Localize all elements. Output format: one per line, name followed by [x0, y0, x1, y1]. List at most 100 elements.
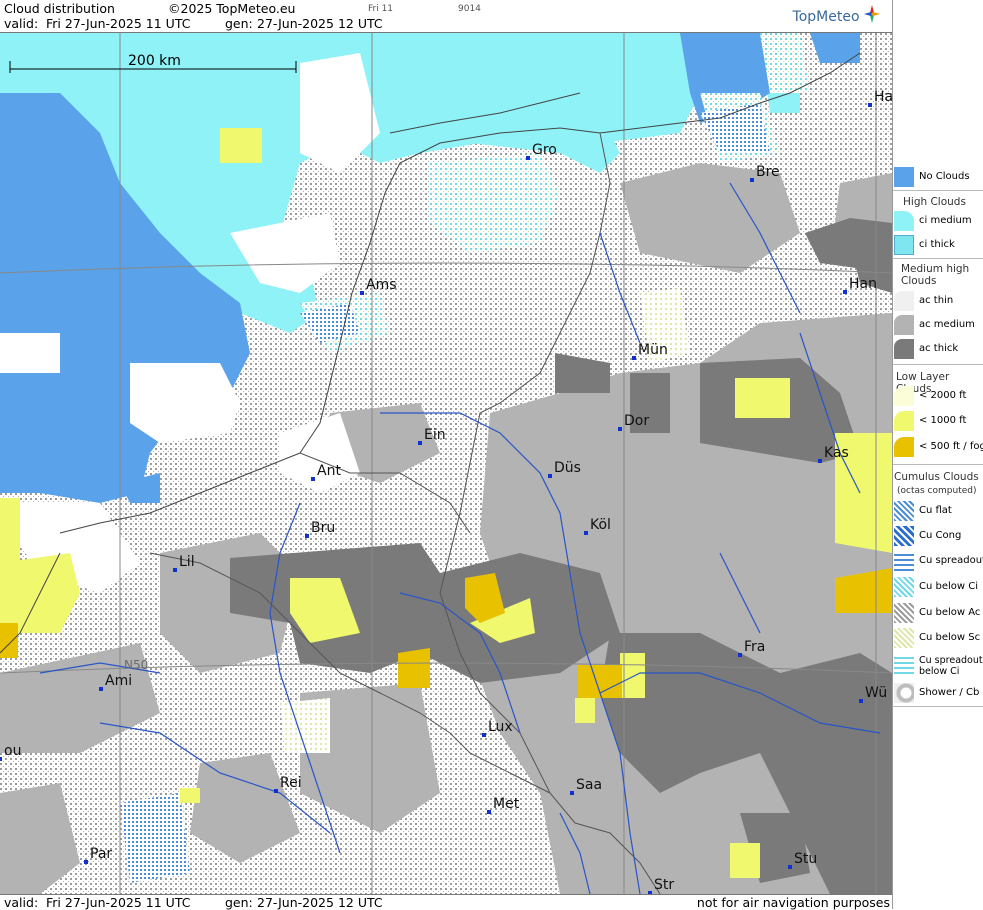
city-label: Mün [638, 342, 668, 358]
city-label: Ant [317, 463, 341, 479]
cloud-map-canvas[interactable]: 200 km N50 Ha Gro Bre Ams Han Mün Dor Ein Kas Ant… [0, 33, 892, 894]
city-dot [548, 474, 552, 478]
city-dot [305, 534, 309, 538]
footer-valid-label: valid: [4, 895, 39, 910]
legend-label: < 1000 ft [919, 415, 967, 426]
logo-text: TopMeteo [792, 9, 860, 25]
legend-label: ac medium [919, 319, 975, 330]
legend-cu-below-sc: Cu below Sc [893, 627, 983, 649]
city-label: Han [849, 276, 877, 292]
legend-label: < 500 ft / fog [919, 441, 983, 452]
city-label: Rei [280, 775, 302, 791]
legend-shower: Shower / Cb [893, 682, 983, 704]
cu-spread-swatch [894, 551, 914, 571]
city-label: Ein [424, 427, 446, 443]
legend-medium-heading: Medium high Clouds [901, 263, 970, 287]
legend-low-500: < 500 ft / fog [893, 436, 983, 458]
legend-label: ci thick [919, 239, 955, 250]
city-dot [738, 653, 742, 657]
legend-label: Cu Cong [919, 530, 962, 541]
city-dot [418, 441, 422, 445]
city-dot [311, 477, 315, 481]
run-code: 9014 [458, 4, 481, 14]
city-dot [526, 156, 530, 160]
cu-cong-swatch [894, 526, 914, 546]
legend-label: No Clouds [919, 171, 970, 182]
city-dot [570, 791, 574, 795]
ci-thick-swatch [894, 235, 914, 255]
compass-icon [864, 5, 880, 23]
legend-cu-below-ac: Cu below Ac [893, 602, 983, 624]
city-dot [360, 291, 364, 295]
map-header: Cloud distribution ©2025 TopMeteo.eu Fri… [0, 0, 892, 33]
product-title: Cloud distribution [4, 1, 115, 16]
ac-thick-swatch [894, 339, 914, 359]
city-dot [750, 178, 754, 182]
ci-medium-swatch [894, 211, 914, 231]
legend-label: Cu below Sc [919, 632, 981, 643]
topmeteo-logo: TopMeteo [793, 5, 880, 25]
legend-ci-thick: ci thick [893, 234, 983, 256]
legend-cu-spread: Cu spreadout [893, 550, 983, 572]
city-label: Ams [366, 277, 397, 293]
legend-label: Cu flat [919, 505, 952, 516]
city-dot [487, 810, 491, 814]
legend-cu-heading: Cumulus Clouds [894, 471, 979, 483]
city-label: Köl [590, 517, 611, 533]
city-dot [482, 733, 486, 737]
legend-low-1000: < 1000 ft [893, 410, 983, 432]
gen-time: 27-Jun-2025 12 UTC [257, 16, 383, 31]
legend-low-2000: < 2000 ft [893, 385, 983, 407]
cu-below-ac-swatch [894, 603, 914, 623]
city-dot [859, 699, 863, 703]
legend-high-heading: High Clouds [903, 196, 966, 208]
cu-below-sc-swatch [894, 628, 914, 648]
legend-ac-thin: ac thin [893, 290, 983, 312]
legend-no-clouds: No Clouds [893, 166, 983, 188]
footer-valid-time: Fri 27-Jun-2025 11 UTC [46, 895, 191, 910]
legend-cu-flat: Cu flat [893, 500, 983, 522]
legend-label: < 2000 ft [919, 390, 967, 401]
city-label: Bru [311, 520, 335, 536]
city-label: Met [493, 796, 520, 812]
legend-ci-medium: ci medium [893, 210, 983, 232]
footer-gen-time: 27-Jun-2025 12 UTC [257, 895, 383, 910]
city-dot [788, 865, 792, 869]
legend-label: Shower / Cb [919, 687, 980, 698]
city-label: Wü [865, 685, 887, 701]
city-label: Ha [874, 89, 892, 105]
low-500-swatch [894, 437, 914, 457]
disclaimer: not for air navigation purposes [696, 895, 890, 910]
city-label: Ami [105, 673, 132, 689]
legend-label: Cu spreadout below Ci [919, 655, 983, 677]
city-label: Düs [554, 460, 581, 476]
ac-thin-swatch [894, 291, 914, 311]
city-label: Lux [488, 719, 513, 735]
city-label: Bre [756, 164, 780, 180]
city-label: Stu [794, 851, 817, 867]
day-code: Fri 11 [368, 4, 394, 14]
legend-label: Cu below Ac [919, 607, 981, 618]
low-2000-swatch [894, 386, 914, 406]
legend-divider [893, 364, 983, 365]
legend-divider [893, 190, 983, 191]
cloud-map[interactable]: 200 km N50 Ha Gro Bre Ams Han Mün Dor Ein Kas Ant… [0, 33, 892, 894]
legend-divider [893, 464, 983, 465]
no-clouds-swatch [894, 167, 914, 187]
map-footer: valid: Fri 27-Jun-2025 11 UTC gen: 27-Ju… [0, 894, 892, 910]
city-label: Kas [824, 445, 849, 461]
city-dot [584, 531, 588, 535]
legend-label: ci medium [919, 215, 972, 226]
legend-cu-spread-ci: Cu spreadout below Ci [893, 653, 983, 681]
footer-gen-label: gen: [225, 895, 253, 910]
city-dot [99, 687, 103, 691]
scale-label: 200 km [128, 53, 181, 69]
legend-panel: No Clouds High Clouds ci medium ci thick… [892, 0, 983, 909]
legend-label: Cu below Ci [919, 581, 979, 592]
city-label: Str [654, 877, 674, 893]
city-dot [618, 427, 622, 431]
city-label: Gro [532, 142, 557, 158]
valid-label: valid: [4, 16, 39, 31]
legend-ac-medium: ac medium [893, 314, 983, 336]
legend-label: Cu spreadout [919, 555, 983, 566]
